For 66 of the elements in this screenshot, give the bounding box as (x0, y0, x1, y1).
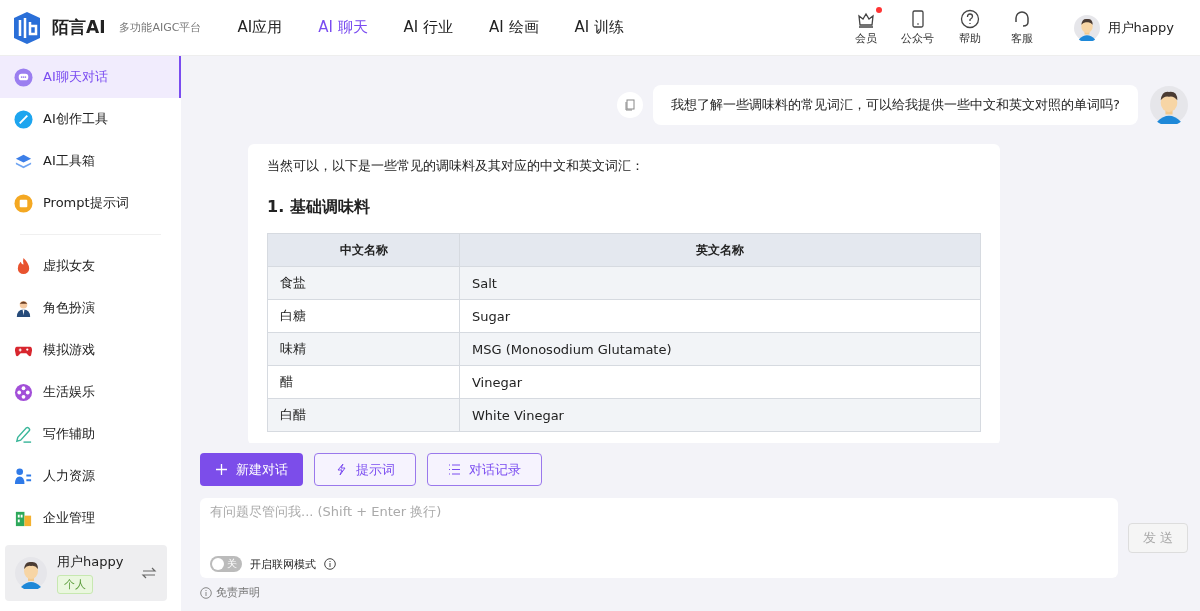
sidebar-item[interactable]: 企业管理 (0, 497, 181, 539)
help-icon (959, 9, 980, 29)
table-cell: 食盐 (267, 266, 460, 300)
header-action[interactable]: 会员 (839, 9, 892, 46)
nav-tab[interactable]: AI 行业 (395, 12, 462, 43)
info-icon (324, 558, 336, 570)
sidebar-item[interactable]: AI工具箱 (0, 140, 181, 182)
reply-text: 当然可以，以下是一些常见的调味料及其对应的中文和英文词汇： (267, 157, 645, 175)
sidebar-item[interactable]: 人力资源 (0, 455, 181, 497)
people-list-icon (14, 466, 33, 486)
table-header: 英文名称 (459, 233, 981, 267)
copy-icon (624, 99, 637, 111)
table-cell: MSG (Monosodium Glutamate) (459, 332, 981, 366)
pen-icon (14, 109, 33, 129)
sidebar-item[interactable]: 生活娱乐 (0, 371, 181, 413)
header-action[interactable]: 帮助 (943, 9, 996, 46)
avatar-icon (15, 557, 47, 589)
sidebar-item[interactable]: 角色扮演 (0, 287, 181, 329)
brand-name: 陌言AI (52, 16, 106, 39)
toggle-label: 开启联网模式 (250, 556, 316, 572)
action-button[interactable]: 对话记录 (427, 453, 542, 486)
film-reel-icon (14, 382, 33, 402)
sidebar-item[interactable]: AI聊天对话 (0, 56, 181, 98)
swap-icon[interactable] (141, 565, 157, 581)
action-button[interactable]: 新建对话 (200, 453, 303, 486)
nav-tab[interactable]: AI 训练 (566, 12, 632, 43)
header-action[interactable]: 公众号 (891, 9, 944, 46)
user-name[interactable]: 用户happy (1107, 18, 1174, 37)
table-cell: 味精 (267, 332, 460, 366)
sidebar-item[interactable]: 虚拟女友 (0, 245, 181, 287)
nav-tab[interactable]: AI 聊天 (310, 12, 376, 43)
avatar-icon[interactable] (1073, 14, 1100, 41)
table-cell: Sugar (459, 299, 981, 333)
sidebar-item[interactable]: 写作辅助 (0, 413, 181, 455)
message-input[interactable]: 有问题尽管问我... (Shift + Enter 换行) 关 开启联网模式 (200, 498, 1118, 578)
table-header: 中文名称 (267, 233, 460, 267)
sidebar-item[interactable]: Prompt提示词 (0, 182, 181, 224)
table-cell: 白糖 (267, 299, 460, 333)
lightning-icon (335, 463, 348, 476)
action-button[interactable]: 提示词 (314, 453, 416, 486)
logo-icon (12, 11, 42, 44)
table-cell: Vinegar (459, 365, 981, 399)
brand-tagline: 多功能AIGC平台 (119, 20, 202, 35)
account-name: 用户happy (57, 552, 125, 571)
nav-tab[interactable]: AI 绘画 (481, 12, 547, 43)
nav-tab[interactable]: AI应用 (229, 12, 291, 43)
plus-icon (215, 463, 228, 476)
table-cell: White Vinegar (459, 398, 981, 432)
disclaimer-link[interactable]: 免责声明 (216, 585, 260, 600)
chat-bubble-icon (14, 67, 33, 87)
table-cell: 醋 (267, 365, 460, 399)
header-action[interactable]: 客服 (995, 9, 1048, 46)
person-icon (14, 298, 33, 318)
table-cell: 白醋 (267, 398, 460, 432)
user-message: 我想了解一些调味料的常见词汇，可以给我提供一些中文和英文对照的单词吗? (653, 85, 1138, 125)
sidebar-item[interactable]: 模拟游戏 (0, 329, 181, 371)
avatar-icon (1150, 86, 1188, 124)
list-icon (448, 463, 461, 476)
reply-heading: 1. 基础调味料 (267, 197, 371, 218)
info-icon (200, 586, 212, 599)
sidebar-item[interactable]: AI创作工具 (0, 98, 181, 140)
account-tag: 个人 (57, 574, 93, 594)
table-cell: Salt (459, 266, 981, 300)
pencil-icon (14, 424, 33, 444)
note-icon (14, 193, 33, 213)
copy-button[interactable] (617, 92, 644, 118)
